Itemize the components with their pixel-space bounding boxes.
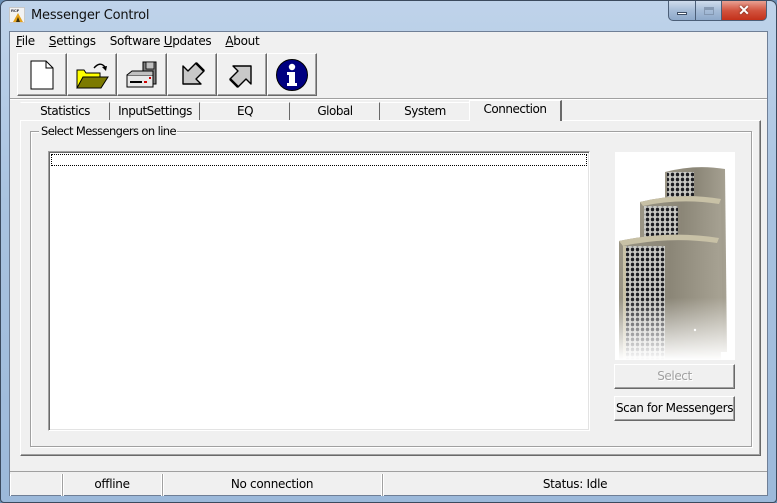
minimize-icon [677,12,687,15]
tab-statistics[interactable]: Statistics [20,102,110,120]
connection-tab-panel: Select Messengers on line Select Scan fo… [20,120,761,456]
menu-software-updates[interactable]: Software Updates [103,32,219,51]
maximize-button[interactable] [695,1,721,21]
close-icon: ✕ [738,2,750,18]
messengers-groupbox: Select Messengers on line Select Scan fo… [30,125,752,447]
toolbar-separator [10,98,767,100]
status-pane-online-state: offline [62,474,162,496]
save-button[interactable] [117,53,167,96]
tab-eq[interactable]: EQ [200,102,290,120]
messengers-listbox[interactable] [48,151,590,431]
caption-buttons: ✕ [668,1,767,21]
tab-connection[interactable]: Connection [469,100,562,121]
new-button[interactable] [17,53,67,96]
scan-for-messengers-button[interactable]: Scan for Messengers [614,396,735,421]
info-icon [276,58,308,91]
status-bar: offline No connection Status: Idle [10,471,767,496]
status-pane-connection: No connection [162,474,382,496]
select-button[interactable]: Select [614,364,735,389]
minimize-button[interactable] [668,1,695,21]
menu-about[interactable]: About [218,32,266,51]
title-bar[interactable]: RCF Messenger Control ✕ [1,1,776,31]
rcf-logo-icon[interactable]: RCF [9,7,25,23]
client-area: File Settings Software Updates About Sta… [9,31,768,496]
menu-file[interactable]: File [10,32,42,51]
tab-system[interactable]: System [380,102,470,120]
window-title: Messenger Control [31,8,150,23]
status-pane-empty [10,474,62,496]
speaker-towers-image [615,152,735,360]
receive-button[interactable] [167,53,217,96]
groupbox-label: Select Messengers on line [39,124,177,138]
new-document-icon [30,60,54,89]
info-button[interactable] [267,53,317,96]
arrow-up-right-icon [229,64,252,88]
save-disk-drive-icon [126,61,157,87]
tab-inputsettings[interactable]: InputSettings [110,102,200,120]
send-button[interactable] [217,53,267,96]
maximize-icon [703,6,714,15]
list-focus-rect [51,154,587,166]
app-window: RCF Messenger Control ✕ File Settings So… [0,0,777,503]
menu-settings[interactable]: Settings [42,32,103,51]
close-button[interactable]: ✕ [721,1,767,21]
toolbar [17,53,317,96]
open-folder-icon [76,63,109,88]
open-button[interactable] [67,53,117,96]
arrow-down-left-icon [182,61,205,85]
menu-bar: File Settings Software Updates About [10,32,767,51]
status-pane-status: Status: Idle [382,474,767,496]
tab-global[interactable]: Global [290,102,380,120]
